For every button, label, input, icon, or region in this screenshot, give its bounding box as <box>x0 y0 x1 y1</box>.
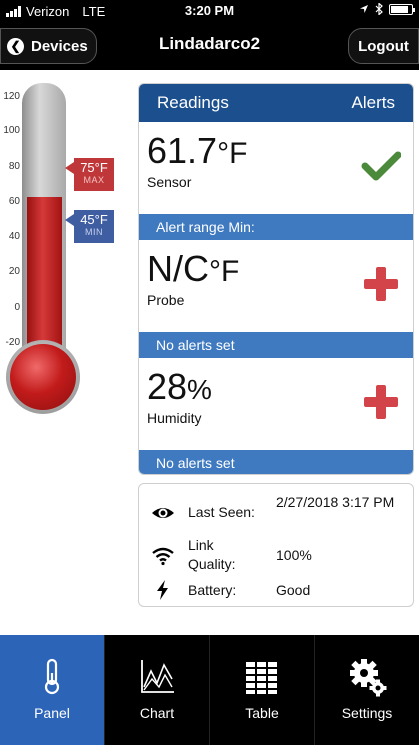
reading-probe[interactable]: N/C°F Probe <box>139 240 413 332</box>
min-label: MIN <box>85 227 103 237</box>
scale-label: 20 <box>8 266 20 277</box>
reading-unit: °F <box>209 255 240 288</box>
thermometer-mercury <box>27 197 62 355</box>
logout-button[interactable]: Logout <box>348 28 419 64</box>
tab-settings[interactable]: Settings <box>315 635 419 745</box>
readings-header: Readings Alerts <box>139 84 413 122</box>
link-quality-value: 100% <box>276 547 312 563</box>
thermometer-icon <box>44 658 60 695</box>
lightning-bolt-icon <box>157 580 168 600</box>
check-icon[interactable] <box>361 146 401 186</box>
reading-name: Sensor <box>147 174 192 190</box>
tab-table[interactable]: Table <box>210 635 315 745</box>
tab-label: Settings <box>341 705 393 721</box>
tab-panel[interactable]: Panel <box>0 635 105 745</box>
tab-label: Panel <box>34 705 70 721</box>
reading-value: N/C <box>147 248 209 289</box>
eye-icon <box>152 508 174 518</box>
tab-label: Table <box>245 705 279 721</box>
status-bar: Verizon LTE 3:20 PM <box>0 0 419 22</box>
max-marker: 75°F MAX <box>65 158 114 191</box>
battery-value: Good <box>276 582 311 598</box>
alert-bar[interactable]: No alerts set <box>139 332 413 358</box>
scale-label: 0 <box>14 302 20 313</box>
max-label: MAX <box>83 175 105 185</box>
device-panel-screen: Verizon LTE 3:20 PM ❮ Devices Lindadarco… <box>0 0 419 745</box>
reading-value-container: 28% <box>147 366 212 408</box>
bluetooth-icon <box>375 3 383 15</box>
link-quality-label: Link Quality: <box>188 537 236 572</box>
last-seen-label: Last Seen: <box>188 504 255 520</box>
last-seen-value: 2/27/2018 3:17 PM <box>276 494 395 510</box>
reading-name: Humidity <box>147 410 202 426</box>
battery-icon <box>389 3 415 15</box>
scale-label: 80 <box>8 161 20 172</box>
status-right <box>359 3 415 15</box>
alert-bar[interactable]: Alert range Min: <box>139 214 413 240</box>
add-alert-plus-icon[interactable] <box>361 264 401 304</box>
reading-value: 61.7 <box>147 130 218 171</box>
reading-value-container: N/C°F <box>147 248 239 290</box>
reading-unit: °F <box>217 137 248 170</box>
tab-bar: Panel Chart Table Settings <box>0 635 419 745</box>
tab-chart[interactable]: Chart <box>105 635 210 745</box>
thermometer: 120 100 80 60 40 20 0 -20 75°F MAX 45°F … <box>0 80 130 420</box>
scale-label: -20 <box>5 337 20 348</box>
link-quality-row: Link Quality: 100% <box>139 537 413 578</box>
gear-icon <box>350 659 387 697</box>
max-value: 75°F <box>80 160 108 175</box>
chart-icon <box>141 660 174 693</box>
readings-header-label: Readings <box>157 93 229 112</box>
nav-bar: ❮ Devices Lindadarco2 Logout <box>0 22 419 70</box>
alert-bar[interactable]: No alerts set <box>139 450 413 474</box>
add-alert-plus-icon[interactable] <box>361 382 401 422</box>
location-icon <box>360 5 368 13</box>
status-time: 3:20 PM <box>184 3 235 18</box>
reading-value: 28 <box>147 366 188 407</box>
reading-unit: % <box>187 374 212 405</box>
scale-label: 40 <box>8 231 20 242</box>
min-marker: 45°F MIN <box>65 210 114 243</box>
reading-value-container: 61.7°F <box>147 130 247 172</box>
tab-label: Chart <box>139 705 175 721</box>
scale-label: 60 <box>8 196 20 207</box>
min-value: 45°F <box>80 212 108 227</box>
alerts-header-label: Alerts <box>351 93 395 112</box>
readings-panel: Readings Alerts 61.7°F Sensor Alert rang… <box>138 83 414 475</box>
reading-name: Probe <box>147 292 185 308</box>
thermometer-bulb <box>10 344 76 410</box>
table-icon <box>246 662 277 694</box>
device-info-panel: Last Seen: 2/27/2018 3:17 PM Link Qualit… <box>138 483 414 607</box>
wifi-icon <box>152 547 174 566</box>
battery-label: Battery: <box>188 582 237 598</box>
reading-humidity[interactable]: 28% Humidity <box>139 358 413 450</box>
reading-sensor[interactable]: 61.7°F Sensor <box>139 122 413 214</box>
battery-row: Battery: Good <box>139 580 413 602</box>
scale-label: 100 <box>3 125 20 136</box>
scale-label: 120 <box>3 91 20 102</box>
